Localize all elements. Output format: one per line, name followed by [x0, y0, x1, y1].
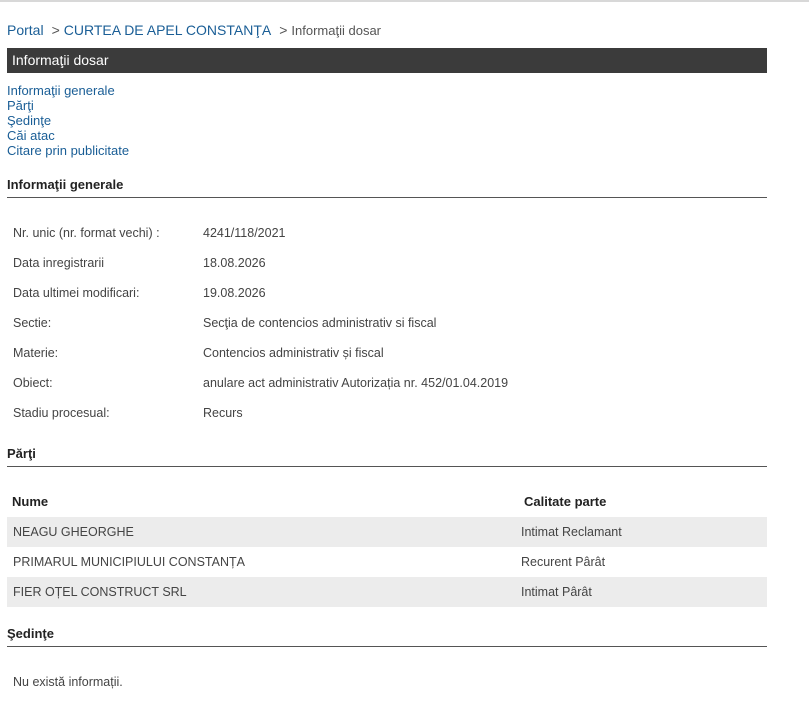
info-label: Data ultimei modificari:: [13, 286, 140, 300]
info-row: Obiect: anulare act administrativ Autori…: [7, 368, 767, 398]
column-header-name: Nume: [12, 494, 49, 509]
section-heading-parti: Părţi: [7, 446, 767, 467]
info-value: 19.08.2026: [203, 286, 266, 300]
party-role: Intimat Pârât: [521, 585, 592, 599]
party-name: NEAGU GHEORGHE: [13, 525, 134, 539]
table-row: NEAGU GHEORGHE Intimat Reclamant: [7, 517, 767, 547]
table-row: FIER OȚEL CONSTRUCT SRL Intimat Pârât: [7, 577, 767, 607]
info-value: Secţia de contencios administrativ si fi…: [203, 316, 437, 330]
sedinte-empty-message: Nu există informații.: [13, 675, 123, 689]
section-heading-sedinte: Şedinţe: [7, 626, 767, 647]
info-label: Stadiu procesual:: [13, 406, 110, 420]
info-value: 4241/118/2021: [203, 226, 286, 240]
breadcrumb-current: Informaţii dosar: [291, 23, 382, 38]
info-row: Data inregistrarii 18.08.2026: [7, 248, 767, 278]
info-value: Recurs: [203, 406, 243, 420]
table-header-row: Nume Calitate parte: [7, 487, 767, 517]
parti-table: Nume Calitate parte NEAGU GHEORGHE Intim…: [7, 487, 767, 607]
nav-link-general[interactable]: Informaţii generale: [7, 83, 129, 98]
nav-link-cai-atac[interactable]: Căi atac: [7, 128, 129, 143]
info-row: Stadiu procesual: Recurs: [7, 398, 767, 428]
breadcrumb-separator: >: [51, 22, 60, 38]
party-name: FIER OȚEL CONSTRUCT SRL: [13, 585, 187, 599]
info-value: 18.08.2026: [203, 256, 266, 270]
info-row: Data ultimei modificari: 19.08.2026: [7, 278, 767, 308]
info-row: Sectie: Secţia de contencios administrat…: [7, 308, 767, 338]
info-value: Contencios administrativ și fiscal: [203, 346, 384, 360]
party-role: Intimat Reclamant: [521, 525, 622, 539]
breadcrumb-separator: >: [279, 22, 288, 38]
page-title-bar: Informaţii dosar: [7, 48, 767, 73]
nav-link-citare[interactable]: Citare prin publicitate: [7, 143, 129, 158]
info-label: Data inregistrarii: [13, 256, 105, 270]
info-value: anulare act administrativ Autorizația nr…: [203, 376, 509, 390]
table-row: PRIMARUL MUNICIPIULUI CONSTANȚA Recurent…: [7, 547, 767, 577]
info-row: Materie: Contencios administrativ și fis…: [7, 338, 767, 368]
info-row: Nr. unic (nr. format vechi) : 4241/118/2…: [7, 218, 767, 248]
info-label: Materie:: [13, 346, 59, 360]
nav-link-parti[interactable]: Părţi: [7, 98, 129, 113]
info-label: Obiect:: [13, 376, 53, 390]
info-label: Sectie:: [13, 316, 52, 330]
info-label: Nr. unic (nr. format vechi) :: [13, 226, 160, 240]
breadcrumb: Portal > CURTEA DE APEL CONSTANŢA > Informaţ…: [7, 22, 381, 39]
party-role: Recurent Pârât: [521, 555, 606, 569]
party-name: PRIMARUL MUNICIPIULUI CONSTANȚA: [13, 555, 245, 569]
nav-link-sedinte[interactable]: Şedinţe: [7, 113, 129, 128]
section-nav: Informaţii generale Părţi Şedinţe Căi at…: [7, 83, 129, 158]
column-header-role: Calitate parte: [524, 494, 607, 509]
section-heading-general: Informaţii generale: [7, 177, 767, 198]
breadcrumb-court-link[interactable]: CURTEA DE APEL CONSTANŢA: [64, 22, 271, 38]
general-info-table: Nr. unic (nr. format vechi) : 4241/118/2…: [7, 218, 767, 428]
breadcrumb-portal-link[interactable]: Portal: [7, 22, 44, 38]
top-border: [0, 0, 809, 2]
